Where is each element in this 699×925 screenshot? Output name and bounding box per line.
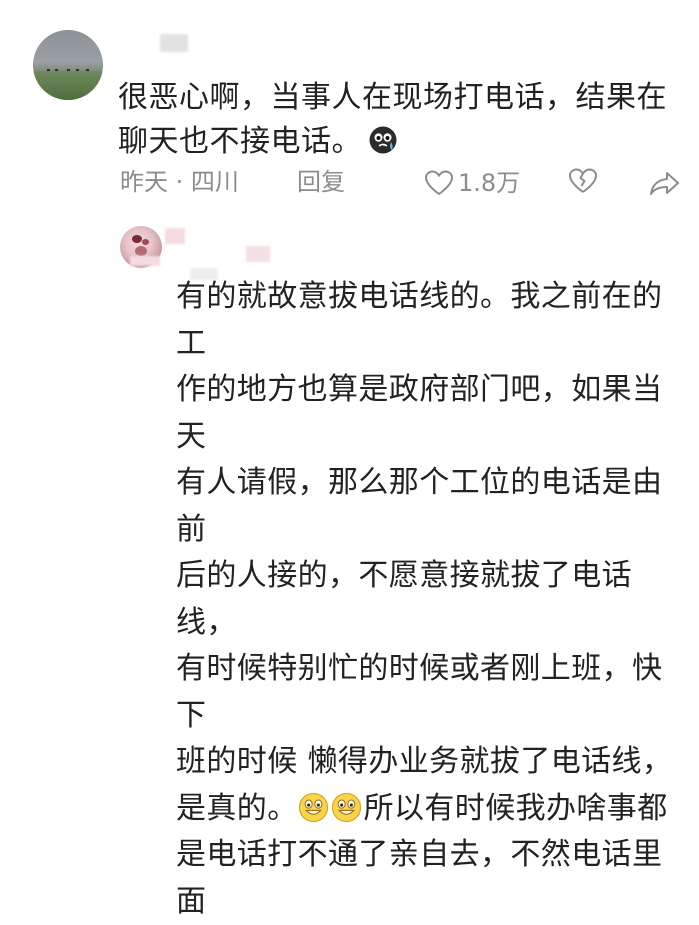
like-count: 1.8万 — [458, 169, 521, 197]
username-redacted — [246, 246, 270, 262]
grinning-face-emoji-icon — [331, 792, 361, 822]
like-button[interactable]: 1.8万 — [424, 168, 520, 198]
heart-icon — [424, 170, 454, 196]
crying-face-emoji-icon — [369, 126, 397, 154]
comment-text: 很恶心啊，当事人在现场打电话，结果在聊天也不接电话。 — [118, 80, 667, 159]
username-redacted — [130, 256, 160, 266]
comment-meta: 昨天 · 四川 — [120, 168, 239, 196]
reply-button[interactable]: 回复 — [297, 167, 345, 197]
username-redacted[interactable] — [165, 228, 185, 244]
share-icon[interactable] — [649, 168, 681, 198]
broken-heart-icon[interactable] — [568, 166, 598, 196]
avatar[interactable] — [33, 30, 103, 100]
username-redacted[interactable] — [160, 34, 188, 52]
grinning-face-emoji-icon — [298, 792, 328, 822]
